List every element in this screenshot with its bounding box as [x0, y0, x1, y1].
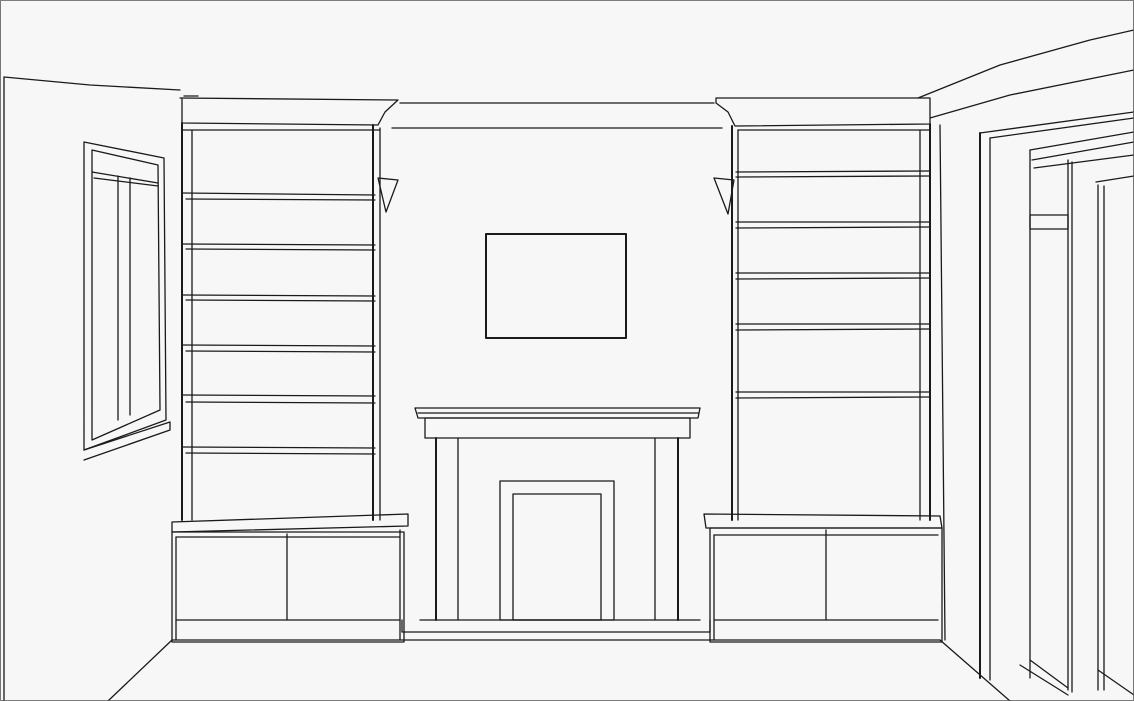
door-panel-top: [1029, 214, 1069, 230]
left-shelf: [181, 446, 376, 449]
left-bookcase: [171, 95, 409, 643]
right-ceiling-edge-2: [929, 69, 1134, 119]
right-bookcase: [703, 97, 943, 643]
left-shelf: [185, 248, 376, 251]
right-shelves: [735, 170, 931, 399]
window-frame-outer: [83, 141, 167, 451]
right-shelf: [735, 170, 931, 173]
window-frame-inner: [91, 149, 161, 441]
sketch-border: [0, 0, 1134, 701]
hearth: [401, 619, 711, 633]
right-shelf: [735, 328, 931, 331]
left-shelf: [185, 299, 376, 302]
left-wall-sconce: [377, 177, 399, 213]
left-shelf: [185, 350, 376, 353]
right-shelf: [735, 396, 931, 399]
left-shelf: [181, 243, 376, 246]
left-shelf: [181, 192, 376, 196]
right-ceiling-edge: [917, 29, 1134, 99]
right-cabinet-top: [703, 513, 943, 529]
mantel-frieze: [424, 417, 691, 439]
left-ceiling-edge: [3, 76, 181, 91]
right-shelf: [735, 175, 931, 178]
left-shelf: [185, 401, 376, 404]
right-shelf: [735, 226, 931, 229]
picture-frame: [485, 233, 627, 339]
fire-insert-inner: [512, 493, 602, 621]
right-shelf: [735, 277, 931, 280]
door-far-frame: [1095, 175, 1134, 183]
room-shell: [3, 29, 1134, 701]
right-doorway: [979, 111, 1134, 696]
room-sketch: [0, 0, 1134, 701]
fireplace: [401, 407, 711, 633]
door-frame-outer: [979, 111, 1134, 134]
left-shelf: [185, 452, 376, 455]
fire-insert-outer: [499, 480, 615, 621]
left-cabinet-body: [171, 531, 405, 643]
floor-right-diagonal: [939, 639, 1011, 701]
left-shelf: [185, 198, 376, 201]
floor-left-diagonal: [107, 639, 173, 701]
left-shelves: [181, 192, 376, 455]
door-lintel-inner: [1029, 131, 1134, 151]
left-shelf: [181, 394, 376, 397]
left-cornice: [179, 97, 399, 126]
door-threshold: [1019, 664, 1069, 696]
right-cornice: [715, 97, 931, 127]
window-sill: [83, 421, 171, 461]
left-shelf: [181, 294, 376, 297]
left-window: [83, 141, 171, 461]
left-shelf: [181, 344, 376, 347]
door-frame-outer-2: [989, 117, 1134, 139]
